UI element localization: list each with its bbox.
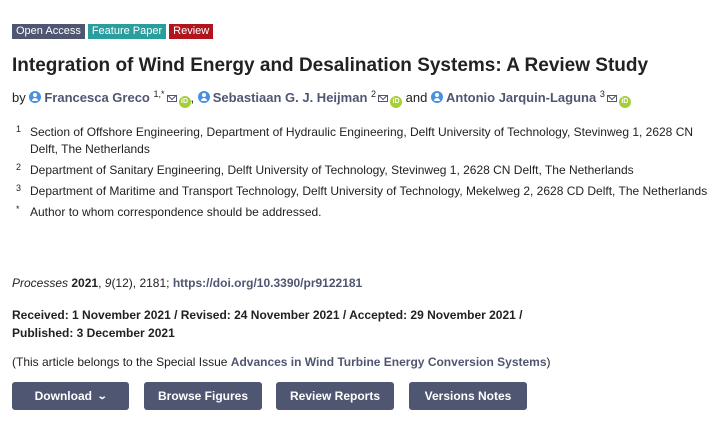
- affiliation-item: 1 Section of Offshore Engineering, Depar…: [12, 124, 712, 158]
- author-3[interactable]: Antonio Jarquin-Laguna: [430, 90, 600, 105]
- orcid-icon[interactable]: iD: [178, 96, 191, 108]
- citation-issue: (12): [111, 276, 133, 290]
- person-icon: [197, 91, 210, 103]
- mail-icon[interactable]: [606, 95, 617, 102]
- special-issue-link[interactable]: Advances in Wind Turbine Energy Conversi…: [231, 355, 547, 369]
- journal-name: Processes: [12, 276, 69, 290]
- article-title: Integration of Wind Energy and Desalinat…: [12, 55, 649, 76]
- special-issue-note: (This article belongs to the Special Iss…: [12, 355, 551, 369]
- affiliation-text: Department of Maritime and Transport Tec…: [30, 184, 708, 198]
- person-icon: [29, 91, 42, 103]
- affiliation-number: 1: [16, 124, 22, 134]
- affiliation-text: Department of Sanitary Engineering, Delf…: [30, 163, 634, 177]
- affiliation-number: *: [16, 204, 20, 214]
- special-issue-prefix: (This article belongs to the Special Iss…: [12, 355, 231, 369]
- author-name[interactable]: Sebastiaan G. J. Heijman: [213, 90, 368, 105]
- orcid-icon[interactable]: iD: [618, 96, 631, 108]
- author-name[interactable]: Francesca Greco: [44, 90, 150, 105]
- author-affil-sup: 3: [599, 89, 605, 99]
- versions-notes-button[interactable]: Versions Notes: [409, 382, 527, 410]
- affiliation-item: 3 Department of Maritime and Transport T…: [12, 183, 712, 200]
- affiliation-text: Section of Offshore Engineering, Departm…: [30, 125, 694, 156]
- citation: Processes 2021, 9(12), 2181; https://doi…: [12, 276, 363, 290]
- badge-row: Open Access Feature Paper Review: [12, 24, 214, 39]
- dates-line-1: Received: 1 November 2021 / Revised: 24 …: [12, 308, 523, 322]
- dates-line-2: Published: 3 December 2021: [12, 326, 175, 340]
- review-reports-button[interactable]: Review Reports: [276, 382, 394, 410]
- affiliation-list: 1 Section of Offshore Engineering, Depar…: [12, 124, 712, 225]
- author-1[interactable]: Francesca Greco: [29, 90, 153, 105]
- author-affil-sup: 1,*: [153, 89, 165, 99]
- author-affil-sup: 2: [371, 89, 377, 99]
- person-icon: [430, 91, 443, 103]
- download-button[interactable]: Download ⌄: [12, 382, 129, 410]
- special-issue-suffix: ): [546, 355, 551, 369]
- author-2[interactable]: Sebastiaan G. J. Heijman: [197, 90, 371, 105]
- publication-dates: Received: 1 November 2021 / Revised: 24 …: [12, 306, 712, 342]
- author-separator: ,: [190, 90, 195, 105]
- citation-year: 2021: [71, 276, 99, 290]
- author-name[interactable]: Antonio Jarquin-Laguna: [446, 90, 596, 105]
- affiliation-number: 3: [16, 183, 22, 193]
- open-access-badge[interactable]: Open Access: [12, 24, 85, 39]
- download-label: Download: [34, 389, 92, 403]
- by-label: by: [12, 90, 26, 105]
- mail-icon[interactable]: [166, 95, 177, 102]
- affiliation-item: 2 Department of Sanitary Engineering, De…: [12, 162, 712, 179]
- feature-paper-badge[interactable]: Feature Paper: [87, 24, 167, 39]
- affiliation-number: 2: [16, 162, 22, 172]
- orcid-icon[interactable]: iD: [390, 96, 403, 108]
- doi-link[interactable]: https://doi.org/10.3390/pr9122181: [173, 276, 362, 290]
- review-badge[interactable]: Review: [169, 24, 214, 39]
- affiliation-text: Author to whom correspondence should be …: [30, 205, 322, 219]
- mail-icon[interactable]: [378, 95, 389, 102]
- citation-article: , 2181;: [132, 276, 173, 290]
- browse-figures-button[interactable]: Browse Figures: [144, 382, 262, 410]
- author-list: by Francesca Greco 1,* iD, Sebastiaan G. …: [12, 89, 712, 108]
- author-and: and: [405, 90, 428, 105]
- chevron-down-icon: ⌄: [96, 390, 108, 402]
- affiliation-item: * Author to whom correspondence should b…: [12, 204, 712, 221]
